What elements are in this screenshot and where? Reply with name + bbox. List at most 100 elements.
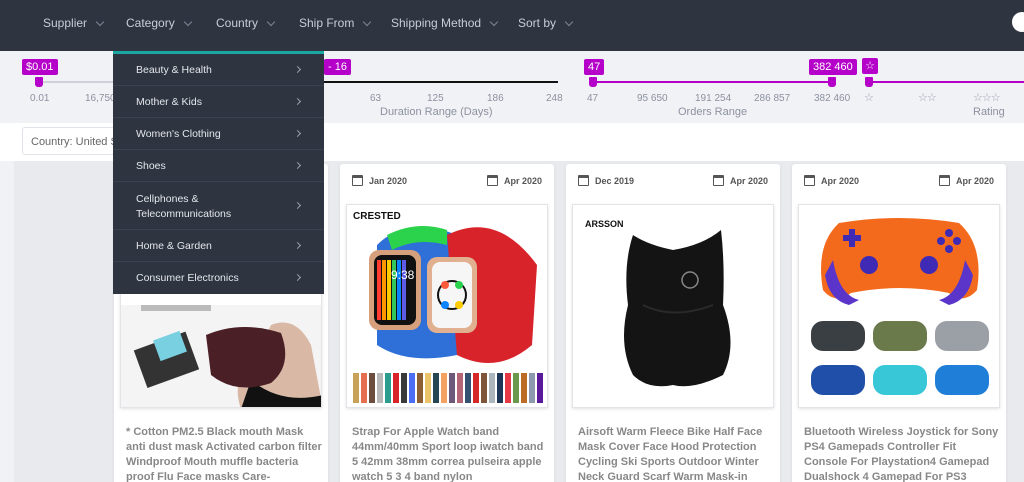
- date-to: Apr 2020: [955, 175, 994, 186]
- duration-tick: 63: [370, 93, 382, 104]
- date-from: Dec 2019: [595, 175, 635, 186]
- product-title[interactable]: Bluetooth Wireless Joystick for Sony PS4…: [804, 425, 1000, 482]
- product-title[interactable]: Strap For Apple Watch band 44mm/40mm Spo…: [352, 425, 548, 482]
- price-range-track: [37, 81, 117, 83]
- chevron-down-icon: [266, 17, 276, 26]
- orders-tick: 382 460: [814, 93, 851, 104]
- chevron-down-icon: [564, 17, 574, 26]
- rating-star-tick: ☆: [864, 92, 874, 104]
- nav-sort-by-label: Sort by: [518, 16, 557, 30]
- menu-item-label: Shoes: [136, 160, 166, 172]
- menu-item-label-line2: Telecommunications: [136, 208, 232, 220]
- duration-tick: 186: [487, 93, 504, 104]
- product-card[interactable]: Jan 2020 Apr 2020 CRESTED 9:38 Strap For…: [340, 164, 554, 482]
- rating-star-tick: ☆☆☆: [973, 92, 1001, 104]
- chevron-down-icon: [363, 17, 372, 26]
- price-tick: 0.01: [30, 93, 50, 104]
- orders-max-handle[interactable]: [828, 77, 836, 87]
- product-title[interactable]: * Cotton PM2.5 Black mouth Mask anti dus…: [126, 425, 322, 482]
- nav-sort-by[interactable]: Sort by: [518, 16, 574, 30]
- date-row: Apr 2020 Apr 2020: [792, 174, 1006, 190]
- star-icon: ☆: [865, 60, 875, 72]
- chevron-down-icon: [183, 17, 192, 26]
- calendar-icon: [486, 175, 498, 186]
- nav-category-label: Category: [126, 16, 175, 30]
- product-image[interactable]: ARSSON: [572, 204, 774, 408]
- orders-label: Orders Range: [678, 106, 748, 118]
- orders-min-handle[interactable]: [589, 77, 597, 87]
- chevron-right-icon: [293, 97, 302, 106]
- nav-category[interactable]: Category: [126, 16, 192, 30]
- menu-item-womens-clothing[interactable]: Women's Clothing: [113, 118, 324, 150]
- nav-shipping-method[interactable]: Shipping Method: [391, 16, 499, 30]
- calendar-icon: [938, 175, 950, 186]
- menu-item-label: Beauty & Health: [136, 64, 212, 76]
- nav-country[interactable]: Country: [216, 16, 276, 30]
- duration-range-track: [324, 81, 558, 83]
- calendar-icon: [712, 175, 724, 186]
- chevron-right-icon: [293, 241, 302, 250]
- product-title[interactable]: Airsoft Warm Fleece Bike Half Face Mask …: [578, 425, 774, 482]
- nav-ship-from-label: Ship From: [299, 16, 355, 30]
- rating-label: Rating: [973, 106, 1005, 118]
- chevron-right-icon: [293, 161, 302, 170]
- date-row: Jan 2020 Apr 2020: [340, 174, 554, 190]
- svg-text:9:38: 9:38: [391, 268, 415, 282]
- menu-item-label: Cellphones &: [136, 193, 199, 205]
- gamepad-image: [799, 205, 999, 407]
- rating-star-badge: ☆: [862, 58, 878, 74]
- date-from: Apr 2020: [821, 175, 860, 186]
- category-dropdown: Beauty & Health Mother & Kids Women's Cl…: [113, 51, 324, 294]
- calendar-icon: [352, 175, 363, 186]
- brand-logo: ARSSON: [585, 219, 624, 229]
- menu-item-consumer-electronics[interactable]: Consumer Electronics: [113, 262, 324, 294]
- date-from: Jan 2020: [369, 175, 408, 186]
- calendar-icon: [804, 175, 815, 186]
- duration-tick: 125: [427, 93, 444, 104]
- product-image[interactable]: [798, 204, 1000, 408]
- orders-max-badge: 382 460: [809, 59, 857, 75]
- menu-item-cellphones[interactable]: Cellphones & Telecommunications: [113, 182, 324, 230]
- chevron-right-icon: [293, 129, 302, 138]
- date-to: Apr 2020: [503, 175, 542, 186]
- product-image[interactable]: CRESTED 9:38: [346, 204, 548, 408]
- top-nav: Supplier Category Country Ship From Ship…: [0, 0, 1024, 51]
- orders-tick: 286 857: [754, 93, 791, 104]
- orders-min-badge: 47: [584, 59, 605, 75]
- product-card[interactable]: Apr 2020 Apr 2020 Bluetooth Wireless Joy…: [792, 164, 1006, 482]
- menu-item-label: Consumer Electronics: [136, 272, 239, 284]
- menu-item-label: Mother & Kids: [136, 96, 202, 108]
- nav-ship-from[interactable]: Ship From: [299, 16, 372, 30]
- product-card[interactable]: Dec 2019 Apr 2020 ARSSON Airsoft Warm Fl…: [566, 164, 780, 482]
- menu-item-beauty-health[interactable]: Beauty & Health: [113, 54, 324, 86]
- chevron-down-icon: [489, 17, 499, 26]
- user-avatar[interactable]: [1012, 12, 1024, 32]
- nav-shipping-method-label: Shipping Method: [391, 16, 482, 30]
- nav-country-label: Country: [216, 16, 259, 30]
- orders-tick: 95 650: [637, 93, 668, 104]
- duration-tick: 248: [546, 93, 563, 104]
- price-min-handle[interactable]: [35, 77, 43, 87]
- menu-item-home-garden[interactable]: Home & Garden: [113, 230, 324, 262]
- chevron-right-icon: [293, 201, 302, 210]
- nav-supplier-label: Supplier: [43, 16, 88, 30]
- menu-item-shoes[interactable]: Shoes: [113, 150, 324, 182]
- rating-range-track: [868, 81, 1024, 83]
- rating-handle[interactable]: [865, 77, 873, 87]
- chevron-right-icon: [293, 65, 302, 74]
- face-mask-image: ARSSON: [573, 205, 773, 407]
- chevron-down-icon: [95, 17, 105, 26]
- nav-supplier[interactable]: Supplier: [43, 16, 105, 30]
- calendar-icon: [578, 175, 589, 186]
- orders-range-track: [592, 81, 832, 83]
- date-row: Dec 2019 Apr 2020: [566, 174, 780, 190]
- duration-badge: - 16: [324, 59, 351, 75]
- orders-tick: 191 254: [695, 93, 732, 104]
- orders-tick: 47: [587, 93, 599, 104]
- duration-label: Duration Range (Days): [380, 106, 493, 118]
- price-min-badge: $0.01: [22, 59, 58, 75]
- chevron-right-icon: [293, 273, 302, 282]
- menu-item-mother-kids[interactable]: Mother & Kids: [113, 86, 324, 118]
- country-select[interactable]: Country: United St: [22, 127, 122, 155]
- date-to: Apr 2020: [729, 175, 768, 186]
